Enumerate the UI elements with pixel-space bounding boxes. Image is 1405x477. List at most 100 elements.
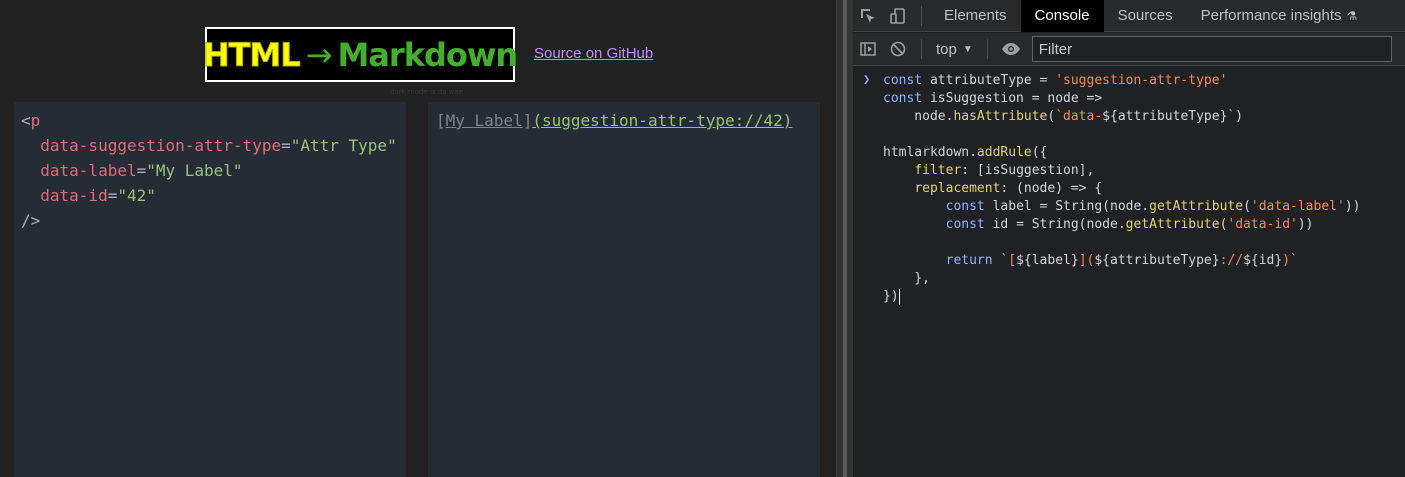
code-token: id = String(node. <box>992 217 1126 232</box>
code-token: = <box>281 136 291 155</box>
code-token: )) <box>1344 199 1361 214</box>
code-token: : (node) => { <box>1000 181 1103 196</box>
console-code-line: htmlarkdown.addRule({ <box>883 144 1360 162</box>
logo-markdown-text: Markdown <box>337 35 518 74</box>
code-token: const <box>883 73 930 88</box>
console-code-line: replacement: (node) => { <box>883 180 1360 198</box>
console-output[interactable]: ❯ const attributeType = 'suggestion-attr… <box>853 67 1405 477</box>
console-code-line: const attributeType = 'suggestion-attr-t… <box>883 72 1360 90</box>
code-token: = <box>107 186 118 205</box>
code-token: "42" <box>117 186 156 205</box>
console-code-line: return `[${label}](${attributeType}://${… <box>883 252 1360 270</box>
code-token: "My Label" <box>146 161 243 180</box>
html-input-editor[interactable]: <p data-suggestion-attr-type="Attr Type"… <box>14 102 406 477</box>
input-code-line: data-id="42" <box>21 183 406 208</box>
code-token: isSuggestion = node => <box>929 91 1103 106</box>
code-token: label = String(node. <box>992 199 1150 214</box>
toolbar-separator <box>921 39 922 59</box>
devtools-resize-handle[interactable] <box>836 0 853 477</box>
javascript-context-select[interactable]: top ▼ <box>930 41 979 58</box>
console-code-line: const isSuggestion = node => <box>883 90 1360 108</box>
tab-label: Sources <box>1117 7 1173 24</box>
console-code-line: const label = String(node.getAttribute('… <box>883 198 1361 216</box>
console-prompt-icon: ❯ <box>863 72 871 86</box>
code-token: ]( <box>1078 253 1095 268</box>
resize-grip <box>843 0 847 477</box>
code-token: const <box>945 199 993 214</box>
dropdown-caret-icon: ▼ <box>962 43 973 55</box>
code-token: getAttribute <box>1125 217 1220 232</box>
text-cursor <box>898 288 900 305</box>
markdown-output-pane: [My Label](suggestion-attr-type://42) <box>428 102 820 477</box>
tab-label: Elements <box>944 7 1007 24</box>
input-code-line: /> <box>21 208 406 233</box>
code-token: ${label} <box>1016 253 1079 268</box>
md-link-url: (suggestion-attr-type://42) <box>532 111 793 130</box>
console-filter-input[interactable] <box>1031 36 1392 62</box>
input-code-line: <p <box>21 108 406 133</box>
console-code-line: }, <box>883 270 1360 288</box>
code-token: 'data-label' <box>1250 199 1345 214</box>
code-token: ( <box>1243 199 1251 214</box>
console-code-line: filter: [isSuggestion], <box>883 162 1360 180</box>
console-code-line: node.hasAttribute(`data-${attributeType}… <box>883 108 1360 126</box>
md-open-bracket: [ <box>436 111 446 130</box>
code-token: ) <box>1235 109 1244 124</box>
code-token: "Attr Type" <box>290 136 397 155</box>
input-code-line: data-label="My Label" <box>21 158 406 183</box>
markdown-output-line: [My Label](suggestion-attr-type://42) <box>436 108 820 133</box>
console-toolbar: top ▼ <box>853 33 1405 66</box>
code-token: )` <box>1282 253 1298 268</box>
tab-label: Performance insights <box>1200 7 1342 24</box>
code-token: : [isSuggestion], <box>961 163 1095 178</box>
toolbar-separator <box>986 39 988 59</box>
console-code-line <box>883 234 1360 252</box>
code-token: const <box>945 217 993 232</box>
html-to-markdown-logo: HTML → Markdown <box>202 27 518 82</box>
clear-console-icon[interactable] <box>883 33 913 65</box>
code-token: hasAttribute <box>953 109 1048 124</box>
code-token: p <box>30 111 41 130</box>
logo-html-text: HTML <box>202 35 301 74</box>
tab-sources[interactable]: Sources <box>1104 0 1187 32</box>
code-token: /> <box>21 211 41 230</box>
tab-performance-insights[interactable]: Performance insights ⚗ <box>1187 0 1372 32</box>
code-token: }, <box>883 271 930 286</box>
sidebar-toggle-icon[interactable] <box>853 33 883 65</box>
live-expression-eye-icon[interactable] <box>996 33 1026 65</box>
device-toolbar-icon[interactable] <box>883 0 913 32</box>
tagline: dark mode is da wae <box>390 88 464 96</box>
code-token: ${id} <box>1243 253 1283 268</box>
code-token: htmlarkdown. <box>883 145 977 160</box>
code-token: `data- <box>1055 109 1103 124</box>
code-token: replacement <box>914 181 1001 196</box>
code-token: `[ <box>1000 253 1017 268</box>
code-token: < <box>21 111 31 130</box>
code-token: 'suggestion-attr-type' <box>1055 73 1228 88</box>
code-token: = <box>136 161 147 180</box>
tab-console[interactable]: Console <box>1020 0 1104 32</box>
code-token: const <box>883 91 930 106</box>
code-token: return <box>945 253 1001 268</box>
code-token: attributeType = <box>929 73 1056 88</box>
console-input-code[interactable]: const attributeType = 'suggestion-attr-t… <box>883 72 1360 306</box>
code-token: data-id <box>40 186 108 205</box>
code-token: addRule <box>976 145 1032 160</box>
code-token: }) <box>883 289 899 304</box>
code-token: :// <box>1219 253 1244 268</box>
page-viewport: HTML → Markdown Source on GitHub dark mo… <box>0 0 836 477</box>
tab-elements[interactable]: Elements <box>930 0 1021 32</box>
github-source-link[interactable]: Source on GitHub <box>534 45 653 62</box>
inspect-element-icon[interactable] <box>853 0 883 32</box>
console-code-line: const id = String(node.getAttribute('dat… <box>883 216 1360 234</box>
devtools-panel: Elements Console Sources Performance ins… <box>853 0 1405 477</box>
md-link-label: My Label <box>445 111 523 130</box>
console-code-line <box>883 126 1360 144</box>
code-token: )) <box>1297 217 1314 232</box>
code-token: filter <box>914 163 962 178</box>
code-token: getAttribute <box>1149 199 1244 214</box>
